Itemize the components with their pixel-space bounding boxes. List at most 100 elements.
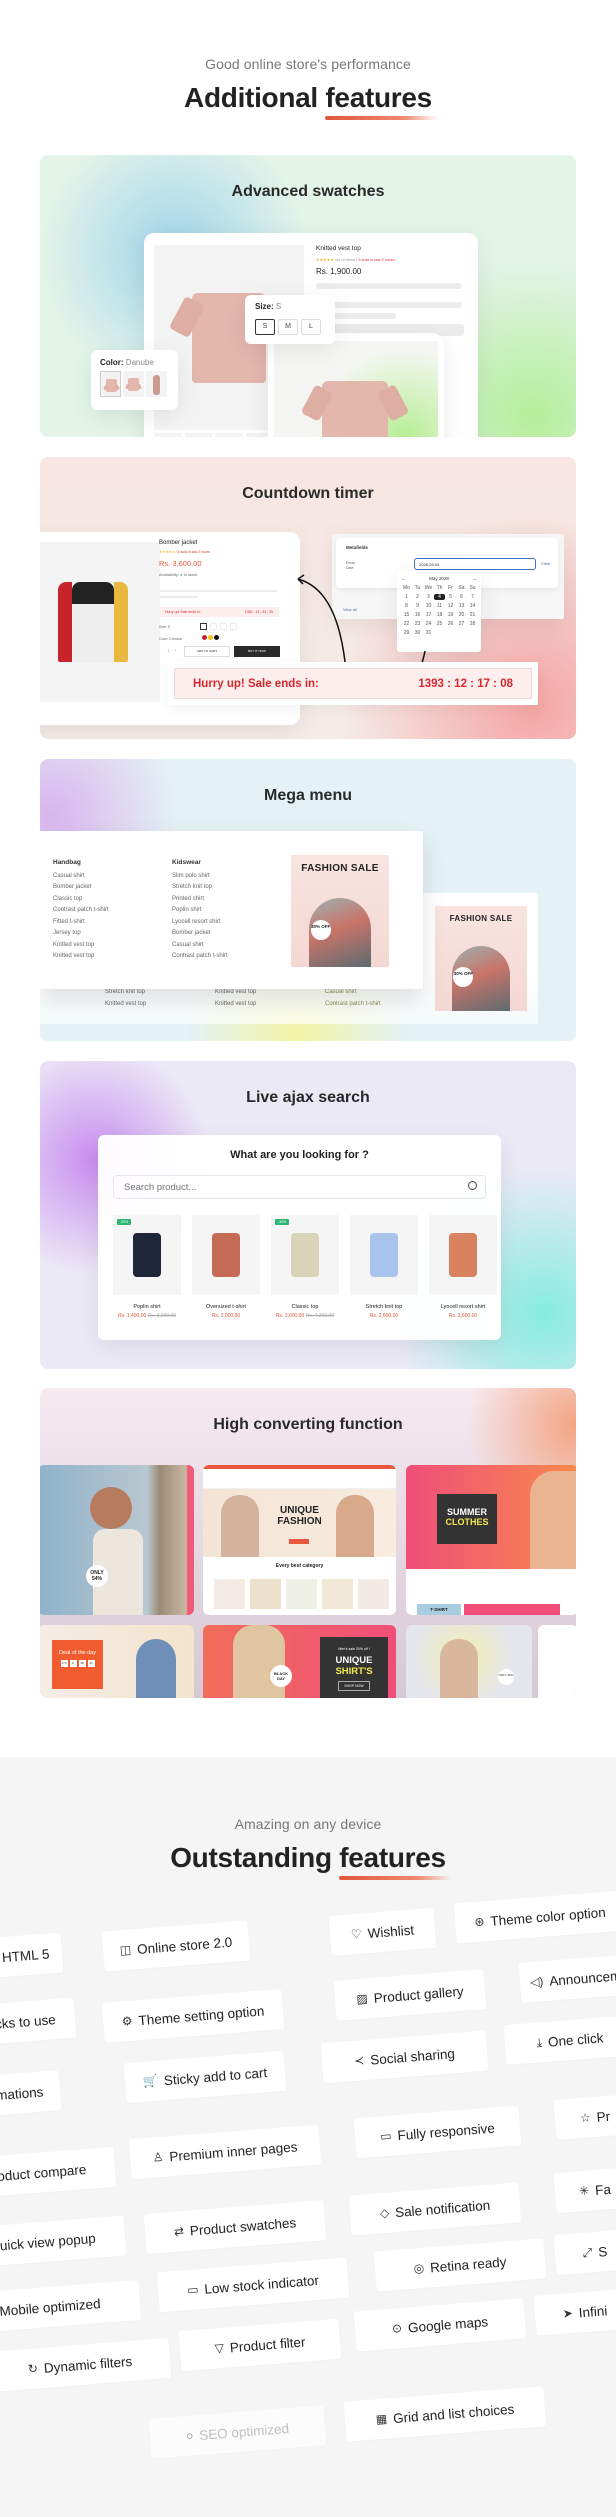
card-advanced-swatches: Advanced swatches Knitted vest top ★★★★★… [40,155,576,437]
tshirt-image [322,381,388,437]
outstanding-features-header: Amazing on any device Outstanding featur… [0,1816,616,1880]
menu-item[interactable]: Knitted vest top [105,999,146,1011]
size-option-m[interactable]: M [278,319,298,335]
product-name[interactable]: Stretch knit top [350,1304,418,1310]
feature-label: Dynamic filters [43,2353,133,2376]
size-option-l[interactable]: L [301,319,321,335]
feature-pill: ▭ Low stock indicator [156,2257,350,2313]
menu-item[interactable]: Knitted vest top [53,951,109,963]
color-swatch[interactable] [123,371,144,397]
feature-label: HTML 5 [1,1945,50,1965]
menu-item[interactable]: Contrast patch t-shirt [172,951,228,963]
filter-icon: ▽ [214,2340,225,2356]
search-input[interactable] [124,1182,444,1193]
hero-button[interactable] [289,1539,309,1544]
color-swatch[interactable] [100,371,121,397]
category-tile[interactable] [322,1579,353,1609]
product-card[interactable]: -53% Poplin shirt Rs. 1,400.00 Rs. 3,000.0… [113,1215,181,1319]
product-name[interactable]: Oversized t-shirt [192,1304,260,1310]
feature-label: One click [547,2029,604,2050]
product-name[interactable]: Lyocell resort shirt [429,1304,497,1310]
thumbnail[interactable] [154,433,182,437]
promo-label: FASHION SALE [449,914,513,923]
menu-item[interactable]: Contrast patch t-shirt [53,905,109,917]
category-tile[interactable] [358,1579,389,1609]
menu-item[interactable]: Knitted vest top [215,999,256,1011]
product-image[interactable] [429,1215,497,1295]
menu-item[interactable]: Contrast patch t-shirt [325,999,381,1011]
feature-label: Animations [0,2083,44,2105]
menu-item[interactable]: Fitted t-shirt [53,917,109,929]
product-image[interactable]: -40% [271,1215,339,1295]
product-image[interactable]: -53% [113,1215,181,1295]
menu-column-heading[interactable]: Handbag [53,857,109,869]
menu-item[interactable]: Slim polo shirt [172,871,228,883]
search-heading: What are you looking for ? [230,1149,369,1161]
feature-pill: ◁) Announcement [518,1952,616,2004]
size-option-s[interactable]: S [255,319,275,335]
bag-icon: ◫ [119,1942,132,1958]
menu-item[interactable]: Stretch knit top [172,882,228,894]
feature-label: Google maps [407,2313,489,2335]
timer-box: 174 [60,1660,68,1667]
product-card[interactable]: -40% Classic top Rs. 2,600.00 Rs. 4,300.00 [271,1215,339,1319]
menu-item[interactable]: Printed shirt [172,894,228,906]
expand-icon: ⤢ [582,2244,593,2260]
product-image[interactable] [350,1215,418,1295]
product-card[interactable]: Stretch knit top Rs. 2,600.00 [350,1215,418,1319]
rating-stars: ★★★★★ [316,257,334,262]
product-name[interactable]: Poplin shirt [113,1304,181,1310]
card-countdown-timer: Countdown timer Bomber jacket ★★★★★ / 6 … [40,457,576,739]
product-image[interactable] [192,1215,260,1295]
feature-pill: ♙ Premium inner pages [128,2124,322,2180]
promo-banner[interactable]: FASHION SALE 30% OFF [291,855,389,967]
feature-label: Product gallery [373,1983,465,2006]
menu-item[interactable]: Lyocell resort shirt [172,917,228,929]
feature-label: Retina ready [429,2253,507,2275]
title-main: Outstanding [170,1842,332,1873]
feature-label: Product swatches [189,2214,297,2239]
feature-label: Theme setting option [137,2002,265,2028]
size-label: Size: [255,302,274,311]
thumbnail[interactable] [184,433,213,437]
menu-item[interactable]: Jersey top [53,928,109,940]
menu-item[interactable]: Bomber jacket [53,882,109,894]
menu-item[interactable]: Casual shirt [172,940,228,952]
size-value: S [275,302,282,311]
card-title: Live ajax search [246,1089,370,1106]
product-thumbnail [449,1233,477,1277]
promo-badge: 30% OFF [310,919,331,940]
menu-column-heading[interactable]: Kidswear [172,857,228,869]
feature-label: Product compare [0,2161,87,2185]
product-card[interactable]: Oversized t-shirt Rs. 2,000.00 [192,1215,260,1319]
sold-note: 9 sold in last 2 hours [358,257,395,262]
product-thumbnail [291,1233,319,1277]
thumbnail[interactable] [215,433,243,437]
menu-item[interactable]: Classic top [53,894,109,906]
grid-icon: ▦ [375,2411,388,2427]
hero-headline: SHIRT'S [335,1666,373,1677]
sale-badge: -53% [117,1219,132,1225]
category-tile[interactable] [250,1579,281,1609]
feature-pill: Clicks to use [0,1997,77,2047]
feature-label: Clicks to use [0,2011,57,2033]
category-tile[interactable] [214,1579,245,1609]
shop-now-button[interactable]: SHOP NOW [338,1681,370,1691]
second-preview [268,333,444,437]
monitor-icon: ▭ [379,2128,393,2144]
star-icon: ☆ [579,2110,592,2126]
menu-item[interactable]: Knitted vest top [53,940,109,952]
product-name: Knitted vest top [316,245,361,252]
category-tile[interactable] [286,1579,317,1609]
search-box[interactable] [113,1175,486,1199]
product-name[interactable]: Classic top [271,1304,339,1310]
menu-item[interactable]: Poplin shirt [172,905,228,917]
search-icon[interactable] [468,1181,477,1190]
menu-item[interactable]: Bomber jacket [172,928,228,940]
refresh-icon: ↻ [27,2361,39,2377]
color-swatch[interactable] [146,371,167,397]
product-card[interactable]: Lyocell resort shirt Rs. 3,600.00 [429,1215,497,1319]
repeat-icon: ⇄ [173,2224,185,2239]
promo-shot-model: ONLY 54% [40,1465,194,1615]
menu-item[interactable]: Casual shirt [53,871,109,883]
